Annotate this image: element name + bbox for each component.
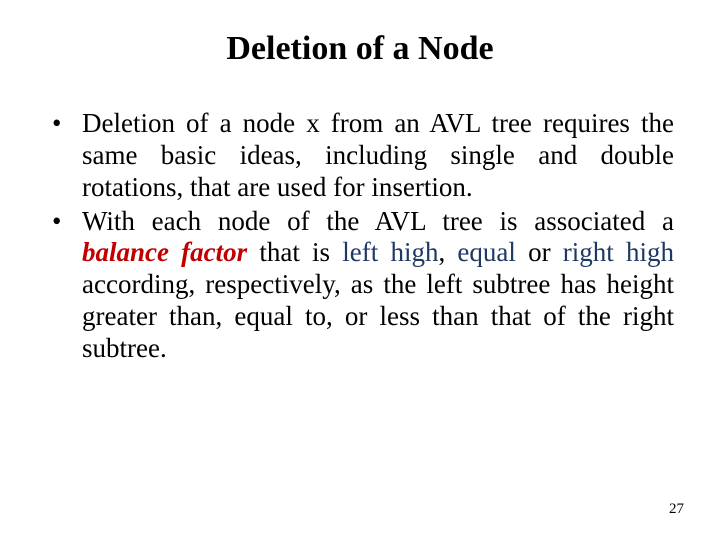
bullet-2-text-1: With each node of the AVL tree is associ… [82,206,674,236]
bullet-2-text-3: , [438,237,457,267]
bullet-2-text-2: that is [247,237,342,267]
slide-title: Deletion of a Node [46,30,674,68]
left-high-term: left high [342,237,438,267]
bullet-2-text-5: according, respectively, as the left sub… [82,269,674,363]
bullet-1-text: Deletion of a node x from an AVL tree re… [82,108,674,202]
bullet-list: Deletion of a node x from an AVL tree re… [46,108,674,365]
bullet-item-2: With each node of the AVL tree is associ… [46,206,674,365]
page-number: 27 [669,501,684,518]
balance-factor-term: balance factor [82,237,247,267]
slide: Deletion of a Node Deletion of a node x … [0,0,720,540]
bullet-2-text-4: or [516,237,563,267]
equal-term: equal [457,237,515,267]
right-high-term: right high [563,237,674,267]
bullet-item-1: Deletion of a node x from an AVL tree re… [46,108,674,204]
